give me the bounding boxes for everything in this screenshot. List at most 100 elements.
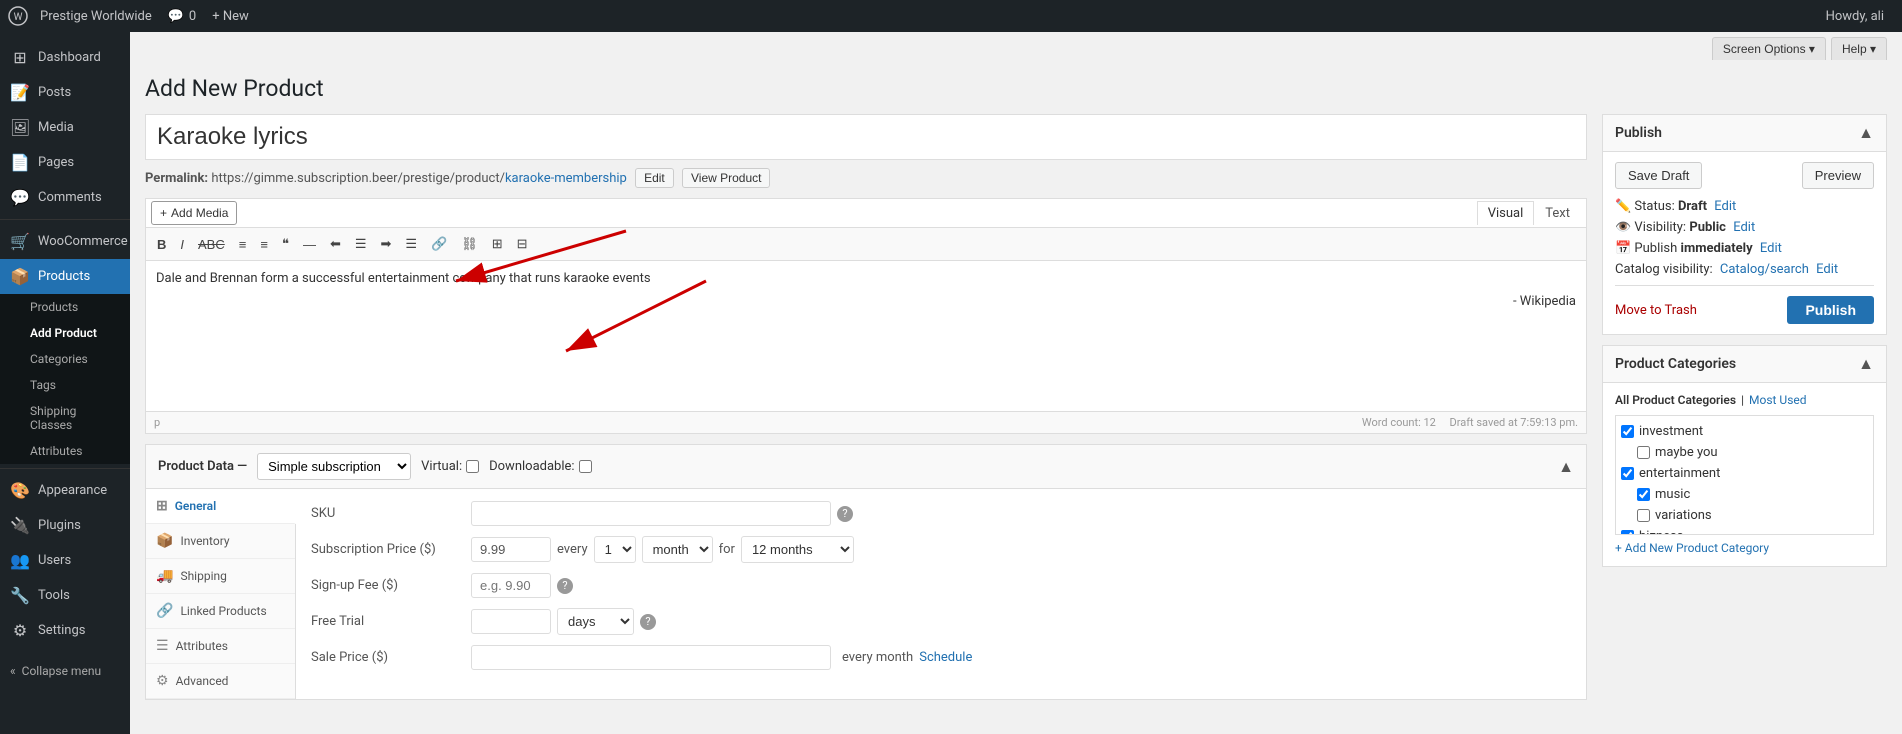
pd-tab-inventory[interactable]: 📦 Inventory <box>146 524 295 559</box>
toolbar-table[interactable]: ⊞ <box>486 232 509 256</box>
categories-panel-toggle[interactable]: ▲ <box>1858 354 1874 374</box>
toolbar-align-left[interactable]: ⬅ <box>324 232 347 256</box>
toolbar-link[interactable]: 🔗 <box>425 232 453 256</box>
trial-help-icon[interactable]: ? <box>640 614 656 630</box>
toolbar-align-justify[interactable]: ☰ <box>399 232 423 256</box>
post-title-input[interactable] <box>145 114 1587 160</box>
toolbar-italic[interactable]: I <box>174 232 190 256</box>
sku-input[interactable] <box>471 501 831 526</box>
add-media-button[interactable]: + Add Media <box>151 201 237 225</box>
sidebar-subitem-attributes[interactable]: Attributes <box>0 438 130 464</box>
editor-wrap: + Add Media Visual Text B I ABC <box>145 198 1587 434</box>
site-name-link[interactable]: Prestige Worldwide <box>32 9 160 24</box>
toolbar-hr[interactable]: — <box>297 232 322 256</box>
pd-tab-shipping[interactable]: 🚚 Shipping <box>146 559 295 594</box>
status-edit-link[interactable]: Edit <box>1714 199 1736 214</box>
help-button[interactable]: Help ▾ <box>1831 37 1887 60</box>
new-content-link[interactable]: + New <box>204 9 257 24</box>
sidebar-item-pages[interactable]: 📄 Pages <box>0 145 130 180</box>
sidebar-item-plugins[interactable]: 🔌 Plugins <box>0 508 130 543</box>
tab-text[interactable]: Text <box>1534 201 1581 225</box>
tab-visual[interactable]: Visual <box>1477 201 1535 225</box>
publish-panel-toggle[interactable]: ▲ <box>1858 123 1874 143</box>
publish-button[interactable]: Publish <box>1787 296 1874 324</box>
wp-logo[interactable]: W <box>8 6 28 26</box>
sidebar-subitem-shipping-classes[interactable]: Shipping Classes <box>0 398 130 438</box>
most-used-tab[interactable]: Most Used <box>1749 393 1807 407</box>
cat-checkbox-maybe-you[interactable] <box>1637 446 1650 459</box>
toolbar-blockquote[interactable]: ❝ <box>276 232 295 256</box>
sidebar-subitem-add-product[interactable]: Add Product <box>0 320 130 346</box>
sidebar-item-media[interactable]: 🖼 Media <box>0 110 130 145</box>
collapse-menu-button[interactable]: « Collapse menu <box>0 656 130 686</box>
pd-tab-linked[interactable]: 🔗 Linked Products <box>146 594 295 629</box>
sidebar-subitem-categories[interactable]: Categories <box>0 346 130 372</box>
subscription-price-input[interactable] <box>471 537 551 562</box>
editor-toolbar-top: + Add Media Visual Text <box>146 199 1586 228</box>
subscription-period-select[interactable]: 123 <box>594 536 636 563</box>
product-data-collapse[interactable]: ▲ <box>1558 457 1574 477</box>
free-trial-input[interactable] <box>471 609 551 634</box>
toolbar-align-center[interactable]: ☰ <box>349 232 373 256</box>
sidebar-subitem-products[interactable]: Products <box>0 294 130 320</box>
cat-checkbox-entertainment[interactable] <box>1621 467 1634 480</box>
sidebar-item-tools[interactable]: 🔧 Tools <box>0 578 130 613</box>
visibility-edit-link[interactable]: Edit <box>1733 220 1755 235</box>
editor-content[interactable]: Dale and Brennan form a successful enter… <box>146 261 1586 411</box>
product-data-content: SKU ? Subscription Price ($) <box>296 489 1586 699</box>
cat-checkbox-music[interactable] <box>1637 488 1650 501</box>
downloadable-checkbox[interactable] <box>579 460 592 473</box>
cat-checkbox-investment[interactable] <box>1621 425 1634 438</box>
virtual-checkbox[interactable] <box>466 460 479 473</box>
toolbar-unlink[interactable]: ⛓ <box>455 232 484 256</box>
view-product-button[interactable]: View Product <box>682 168 770 188</box>
cat-checkbox-bizness[interactable] <box>1621 530 1634 535</box>
preview-button[interactable]: Preview <box>1802 162 1874 189</box>
subscription-interval-select[interactable]: dayweekmonthyear <box>642 536 713 563</box>
pd-tab-attributes[interactable]: ☰ Attributes <box>146 629 295 664</box>
schedule-link[interactable]: Schedule <box>919 650 972 665</box>
permalink-edit-button[interactable]: Edit <box>635 168 674 188</box>
add-new-category-link[interactable]: + Add New Product Category <box>1615 541 1769 555</box>
sidebar-label-comments: Comments <box>38 190 102 205</box>
comment-icon: 💬 <box>168 9 184 24</box>
sidebar-item-products[interactable]: 📦 Products <box>0 259 130 294</box>
cat-label-investment: investment <box>1639 424 1703 439</box>
cat-checkbox-variations[interactable] <box>1637 509 1650 522</box>
sidebar-item-woocommerce[interactable]: 🛒 WooCommerce <box>0 224 130 259</box>
publish-panel-body: Save Draft Preview ✏️ Status: Draft Edit… <box>1603 152 1886 334</box>
sidebar-item-comments[interactable]: 💬 Comments <box>0 180 130 215</box>
sidebar-item-appearance[interactable]: 🎨 Appearance <box>0 473 130 508</box>
move-to-trash-link[interactable]: Move to Trash <box>1615 303 1697 318</box>
pd-tab-general[interactable]: ⊞ General <box>146 489 296 524</box>
pd-tab-advanced[interactable]: ⚙ Advanced <box>146 664 295 699</box>
sidebar-subitem-tags[interactable]: Tags <box>0 372 130 398</box>
comments-link[interactable]: 💬 0 <box>160 9 205 24</box>
sidebar-column: Publish ▲ Save Draft Preview ✏️ Status: <box>1602 114 1887 577</box>
sku-help-icon[interactable]: ? <box>837 506 853 522</box>
toolbar-ul[interactable]: ≡ <box>233 232 253 256</box>
sidebar-item-dashboard[interactable]: ⊞ Dashboard <box>0 40 130 75</box>
signup-fee-input[interactable] <box>471 573 551 598</box>
toolbar-strikethrough[interactable]: ABC <box>192 232 231 256</box>
subscription-length-select[interactable]: never expires1 month3 months6 months12 m… <box>741 536 854 563</box>
save-draft-button[interactable]: Save Draft <box>1615 162 1702 189</box>
sidebar-item-users[interactable]: 👥 Users <box>0 543 130 578</box>
toolbar-align-right[interactable]: ➡ <box>375 232 398 256</box>
toolbar-more[interactable]: ⊟ <box>511 232 534 256</box>
toolbar-ol[interactable]: ≡ <box>254 232 274 256</box>
catalog-value[interactable]: Catalog/search <box>1720 262 1809 277</box>
sale-price-label: Sale Price ($) <box>311 650 471 665</box>
permalink-slug[interactable]: karaoke-membership <box>505 171 627 186</box>
sidebar-item-settings[interactable]: ⚙ Settings <box>0 613 130 648</box>
sidebar-item-posts[interactable]: 📝 Posts <box>0 75 130 110</box>
product-type-select[interactable]: Simple subscription Variable subscriptio… <box>257 453 411 480</box>
sale-price-input[interactable] <box>471 645 831 670</box>
catalog-edit-link[interactable]: Edit <box>1816 262 1838 277</box>
trial-period-select[interactable]: daysweeksmonths <box>557 608 634 635</box>
signup-help-icon[interactable]: ? <box>557 578 573 594</box>
all-categories-tab[interactable]: All Product Categories <box>1615 393 1736 407</box>
screen-options-button[interactable]: Screen Options ▾ <box>1712 37 1826 60</box>
publish-time-edit-link[interactable]: Edit <box>1760 241 1782 256</box>
toolbar-bold[interactable]: B <box>151 232 172 256</box>
